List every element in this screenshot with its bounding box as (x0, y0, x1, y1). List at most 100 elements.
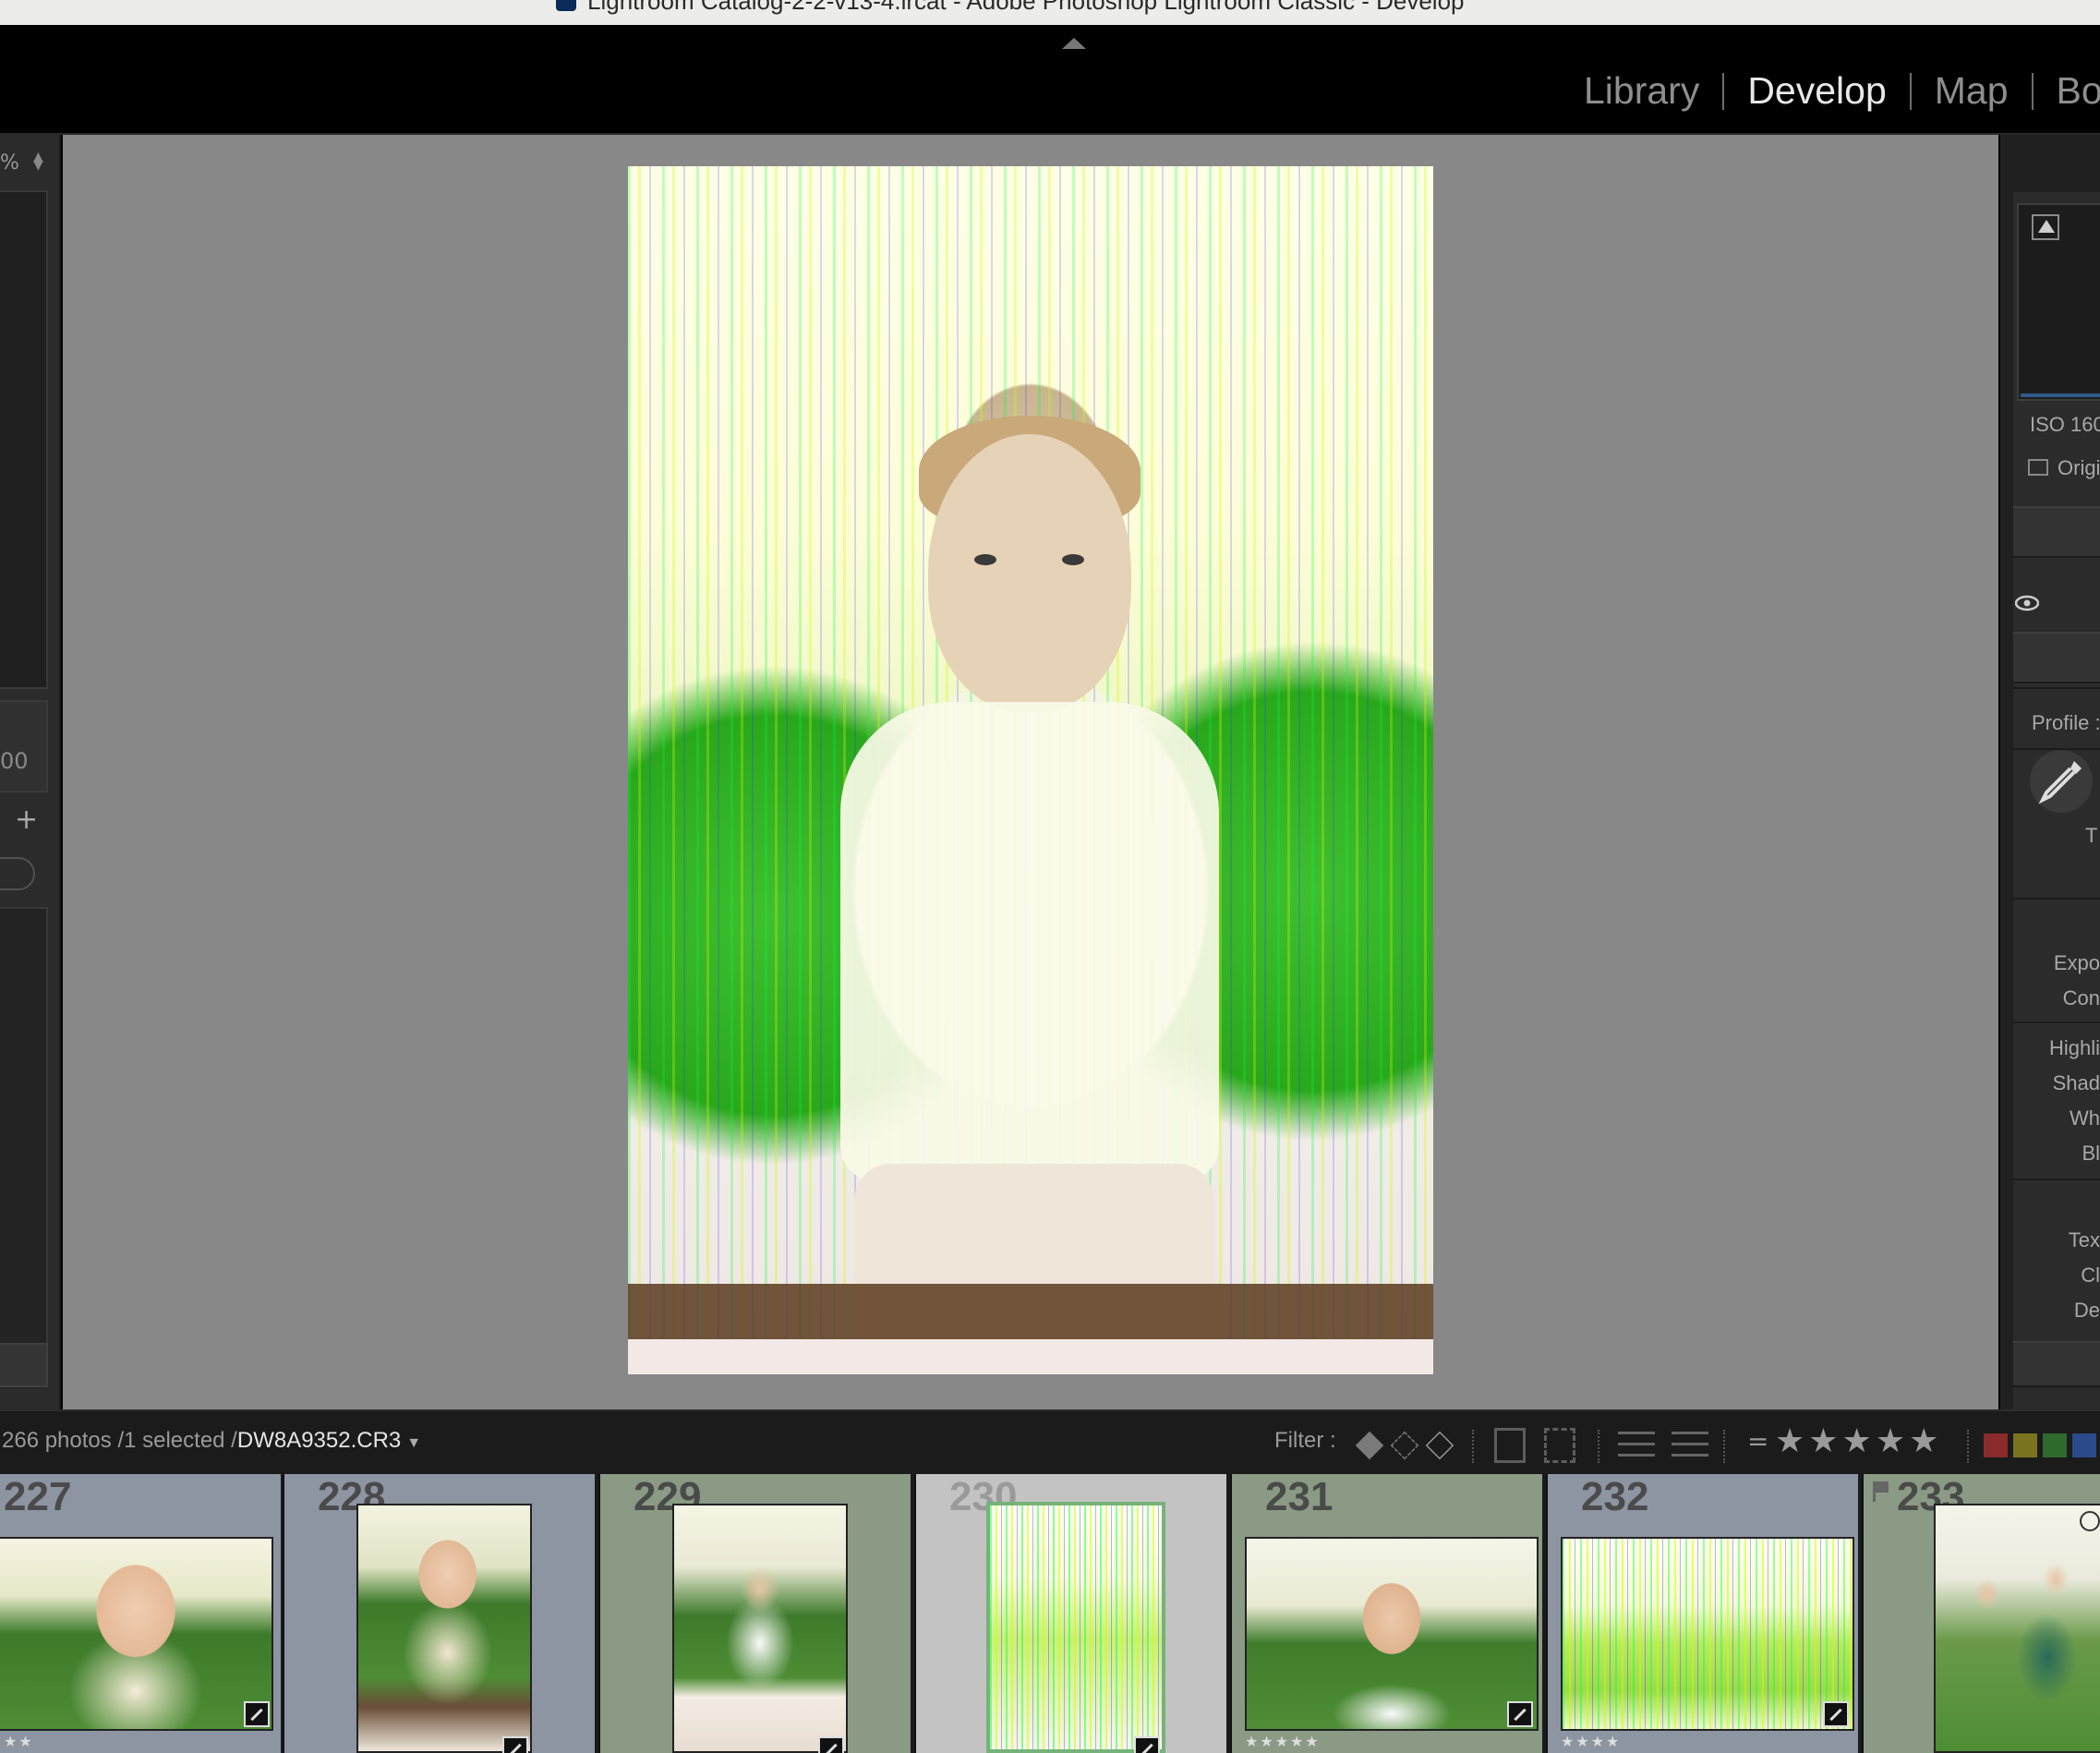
filter-separator (1472, 1430, 1474, 1463)
original-photo-label: Origi (2058, 456, 2100, 479)
reset-button[interactable] (2013, 1341, 2100, 1387)
left-panel-value-box: 00 (0, 700, 48, 792)
rejected-filter-icon[interactable] (1425, 1431, 1454, 1460)
filmstrip-cell-selected[interactable]: 230 (914, 1474, 1226, 1753)
pick-flag-icon[interactable] (1873, 1481, 1889, 1502)
window-titlebar: Lightroom Catalog-2-2-v13-4.lrcat - Adob… (0, 0, 2100, 25)
white-balance-eyedropper-icon[interactable] (2030, 750, 2093, 813)
histogram[interactable] (2017, 203, 2100, 401)
develop-adjusted-badge-icon[interactable] (1823, 1701, 1849, 1727)
zoom-stepper-icon[interactable]: ▲ ▼ (33, 151, 43, 172)
thumbnail[interactable] (672, 1504, 848, 1753)
cell-index: 232 (1581, 1474, 1649, 1519)
photo-bench-base (628, 1339, 1433, 1374)
quick-collection-circle-icon[interactable] (2080, 1511, 2100, 1531)
edited-filter-icon[interactable] (1618, 1432, 1655, 1459)
develop-adjusted-badge-icon[interactable] (244, 1701, 270, 1727)
eye-icon[interactable] (2014, 591, 2040, 617)
basic-panel-header[interactable] (2013, 632, 2100, 683)
photo-subject-eye (974, 554, 996, 565)
left-panel-value: 00 (0, 748, 29, 774)
green-label-filter[interactable] (2043, 1433, 2067, 1457)
module-book[interactable]: Boo (2034, 69, 2100, 113)
filmstrip-cell[interactable]: 229 (598, 1474, 911, 1753)
white-balance-temp-label: T (2085, 824, 2098, 847)
photo-subject-shirt (840, 702, 1219, 1182)
thumbnail[interactable] (1245, 1537, 1539, 1731)
dehaze-label: De (2073, 1299, 2100, 1322)
module-bar: Library Develop Map Boo (0, 25, 2100, 134)
unflagged-filter-icon[interactable] (1390, 1431, 1419, 1460)
left-panel: % ▲ ▼ 00 + (0, 135, 61, 1409)
chevron-down-icon[interactable]: ▼ (406, 1435, 421, 1451)
rating-comparison[interactable]: = (1747, 1426, 1768, 1457)
rating-filter-stars[interactable]: ★★★★★ (1775, 1422, 1942, 1460)
flagged-filter-icon[interactable] (1355, 1431, 1384, 1460)
tool-strip[interactable] (2013, 506, 2100, 558)
blacks-label: Bl (2082, 1142, 2100, 1165)
filmstrip[interactable]: 227 ★★ 228 229 230 231 ★★★★★ 232 ★★★★ 23… (0, 1474, 2100, 1753)
window-title-group: Lightroom Catalog-2-2-v13-4.lrcat - Adob… (556, 0, 1464, 15)
photo-count: 266 photos /1 selected / (2, 1428, 237, 1453)
lrcat-file-icon (556, 0, 576, 11)
develop-adjusted-badge-icon[interactable] (502, 1736, 528, 1753)
thumbnail[interactable] (1934, 1504, 2100, 1753)
module-develop[interactable]: Develop (1724, 69, 1909, 113)
filmstrip-cell[interactable]: 232 ★★★★ (1546, 1474, 1858, 1753)
filmstrip-cell[interactable]: 228 (283, 1474, 595, 1753)
unedited-filter-icon[interactable] (1672, 1432, 1708, 1459)
navigator-preview[interactable] (0, 190, 48, 689)
add-preset-button[interactable]: + (15, 806, 42, 835)
cell-index: 227 (4, 1474, 72, 1519)
panel-divider (2013, 898, 2100, 900)
panel-divider (2013, 1179, 2100, 1180)
thumbnail[interactable] (986, 1502, 1165, 1753)
module-map[interactable]: Map (1912, 69, 2032, 113)
develop-adjusted-badge-icon[interactable] (1507, 1701, 1533, 1727)
texture-label: Tex (2068, 1228, 2100, 1251)
filmstrip-source-info[interactable]: 266 photos /1 selected /DW8A9352.CR3 ▼ (2, 1428, 421, 1454)
presets-list[interactable] (0, 907, 48, 1369)
whites-label: Wh (2070, 1106, 2100, 1130)
thumbnail[interactable] (1561, 1537, 1854, 1731)
photo-subject-face (928, 434, 1131, 711)
clarity-label: Cl (2081, 1263, 2100, 1287)
module-library[interactable]: Library (1584, 69, 1722, 113)
exif-iso: ISO 160 (2030, 413, 2100, 436)
yellow-label-filter[interactable] (2013, 1433, 2037, 1457)
master-photo-filter-icon[interactable] (1544, 1428, 1575, 1463)
profile-label: Profile : (2032, 711, 2100, 734)
cell-rating: ★★★★ (1561, 1733, 1622, 1750)
red-label-filter[interactable] (1984, 1433, 2008, 1457)
thumbnail[interactable] (0, 1537, 273, 1731)
develop-image-view[interactable] (63, 135, 1998, 1409)
shadow-clipping-warning-icon[interactable] (2032, 214, 2059, 240)
develop-adjusted-badge-icon[interactable] (1134, 1736, 1160, 1753)
panel-divider (2013, 687, 2100, 689)
collapse-top-panel-icon[interactable] (1062, 38, 1086, 49)
navigator-zoom-level[interactable]: % (0, 151, 19, 175)
filmstrip-cell[interactable]: 233 (1862, 1474, 2100, 1753)
selected-filename: DW8A9352.CR3 (236, 1428, 402, 1453)
main-photo[interactable] (628, 166, 1433, 1374)
blue-label-filter[interactable] (2072, 1433, 2096, 1457)
develop-adjusted-badge-icon[interactable] (818, 1736, 844, 1753)
thumbnail[interactable] (356, 1504, 532, 1753)
panel-divider (2013, 1022, 2100, 1023)
photo-subject-eye (1062, 554, 1084, 565)
cell-rating: ★★★★★ (1245, 1733, 1321, 1750)
filter-separator (1598, 1430, 1599, 1463)
photo-bench (628, 1284, 1433, 1339)
filmstrip-cell[interactable]: 227 ★★ (0, 1474, 281, 1753)
original-photo-checkbox[interactable] (2028, 459, 2048, 476)
highlights-label: Highli (2048, 1036, 2100, 1059)
filter-separator (1723, 1430, 1725, 1463)
virtual-copy-filter-icon[interactable] (1494, 1428, 1526, 1463)
filter-label: Filter : (1274, 1428, 1336, 1453)
window-title: Lightroom Catalog-2-2-v13-4.lrcat - Adob… (587, 0, 1465, 15)
filmstrip-cell[interactable]: 231 ★★★★★ (1230, 1474, 1542, 1753)
preset-search-pill[interactable] (0, 857, 35, 890)
copy-button[interactable] (0, 1343, 48, 1387)
filter-separator (1967, 1430, 1969, 1463)
histogram-baseline (2021, 393, 2100, 397)
